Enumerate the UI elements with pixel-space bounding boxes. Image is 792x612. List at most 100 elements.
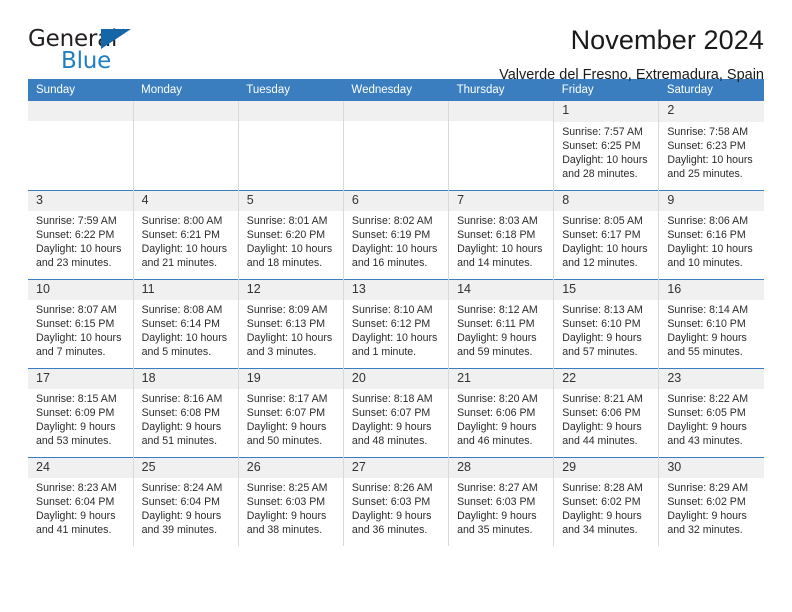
daylight-duration: Daylight: 9 hours and 44 minutes. <box>562 421 642 448</box>
calendar-day-cell[interactable]: 5 Sunrise: 8:01 AM Sunset: 6:20 PM Daylight… <box>238 189 344 279</box>
calendar-day-cell[interactable]: 28 Sunrise: 8:27 AM Sunset: 6:03 PM Dayligh… <box>448 456 555 546</box>
day-number: 26 <box>238 457 343 479</box>
general-blue-logo[interactable]: General Blue <box>28 26 148 80</box>
sunset-time: Sunset: 6:02 PM <box>562 496 641 509</box>
day-details: Sunrise: 8:15 AM Sunset: 6:09 PM Daylight:… <box>28 389 133 448</box>
calendar-body: 1 Sunrise: 7:57 AM Sunset: 6:25 PM Daylight… <box>28 101 764 546</box>
calendar-week-row: 17 Sunrise: 8:15 AM Sunset: 6:09 PM Dayligh… <box>28 367 764 457</box>
sunrise-time: Sunrise: 8:06 AM <box>667 215 749 228</box>
sunset-time: Sunset: 6:07 PM <box>351 407 431 420</box>
day-number <box>449 101 554 121</box>
daylight-duration: Daylight: 10 hours and 5 minutes. <box>141 332 228 359</box>
day-number: 13 <box>343 279 449 301</box>
sunrise-time: Sunrise: 8:27 AM <box>457 482 538 495</box>
calendar-day-cell[interactable]: 3 Sunrise: 7:59 AM Sunset: 6:22 PM Daylight… <box>28 189 134 279</box>
day-details: Sunrise: 8:08 AM Sunset: 6:14 PM Daylight:… <box>134 300 238 359</box>
day-details: Sunrise: 8:03 AM Sunset: 6:18 PM Daylight:… <box>449 211 553 270</box>
sunset-time: Sunset: 6:04 PM <box>141 496 220 509</box>
calendar-day-cell[interactable]: 4 Sunrise: 8:00 AM Sunset: 6:21 PM Daylight… <box>133 189 239 279</box>
calendar-day-cell[interactable]: 14 Sunrise: 8:12 AM Sunset: 6:11 PM Dayligh… <box>448 278 555 368</box>
sunset-time: Sunset: 6:20 PM <box>246 229 326 242</box>
calendar-day-cell[interactable]: 7 Sunrise: 8:03 AM Sunset: 6:18 PM Daylight… <box>448 189 555 279</box>
sunset-time: Sunset: 6:06 PM <box>457 407 536 420</box>
calendar-day-cell[interactable]: 9 Sunrise: 8:06 AM Sunset: 6:16 PM Daylight… <box>658 189 764 279</box>
sunset-time: Sunset: 6:17 PM <box>562 229 641 242</box>
sunset-time: Sunset: 6:22 PM <box>36 229 115 242</box>
calendar-day-cell[interactable]: 30 Sunrise: 8:29 AM Sunset: 6:02 PM Dayligh… <box>658 456 764 546</box>
sunrise-time: Sunrise: 8:03 AM <box>457 215 538 228</box>
calendar-day-cell[interactable]: 6 Sunrise: 8:02 AM Sunset: 6:19 PM Daylight… <box>343 189 450 279</box>
calendar-day-cell[interactable]: 17 Sunrise: 8:15 AM Sunset: 6:09 PM Dayligh… <box>28 367 134 457</box>
daylight-duration: Daylight: 10 hours and 14 minutes. <box>457 243 543 270</box>
calendar-day-cell[interactable]: 15 Sunrise: 8:13 AM Sunset: 6:10 PM Dayligh… <box>553 278 660 368</box>
calendar-week-row: 3 Sunrise: 7:59 AM Sunset: 6:22 PM Daylight… <box>28 189 764 279</box>
sunrise-time: Sunrise: 8:28 AM <box>562 482 643 495</box>
calendar-page: General Blue November 2024 Valverde del … <box>0 0 792 612</box>
calendar-day-cell[interactable]: 12 Sunrise: 8:09 AM Sunset: 6:13 PM Dayligh… <box>238 278 344 368</box>
daylight-duration: Daylight: 10 hours and 10 minutes. <box>667 243 753 270</box>
sunrise-time: Sunrise: 8:24 AM <box>141 482 223 495</box>
calendar-day-cell[interactable]: 19 Sunrise: 8:17 AM Sunset: 6:07 PM Dayligh… <box>238 367 344 457</box>
sunrise-time: Sunrise: 8:25 AM <box>246 482 328 495</box>
day-details: Sunrise: 7:58 AM Sunset: 6:23 PM Daylight:… <box>659 122 764 181</box>
calendar-day-cell[interactable]: 16 Sunrise: 8:14 AM Sunset: 6:10 PM Dayligh… <box>658 278 764 368</box>
sunrise-time: Sunrise: 8:09 AM <box>246 304 328 317</box>
daylight-duration: Daylight: 10 hours and 12 minutes. <box>562 243 648 270</box>
calendar-cell-empty <box>28 101 134 190</box>
sunrise-time: Sunrise: 8:13 AM <box>562 304 643 317</box>
sunset-time: Sunset: 6:11 PM <box>457 318 535 331</box>
sunrise-time: Sunrise: 8:15 AM <box>36 393 117 406</box>
page-title: November 2024 <box>570 25 764 55</box>
calendar-day-cell[interactable]: 18 Sunrise: 8:16 AM Sunset: 6:08 PM Dayligh… <box>133 367 239 457</box>
day-number: 29 <box>554 457 659 479</box>
calendar-day-cell[interactable]: 1 Sunrise: 7:57 AM Sunset: 6:25 PM Daylight… <box>553 101 660 190</box>
calendar-day-cell[interactable]: 10 Sunrise: 8:07 AM Sunset: 6:15 PM Dayligh… <box>28 278 134 368</box>
daylight-duration: Daylight: 10 hours and 16 minutes. <box>351 243 438 270</box>
calendar-day-cell[interactable]: 21 Sunrise: 8:20 AM Sunset: 6:06 PM Dayligh… <box>448 367 555 457</box>
sunset-time: Sunset: 6:10 PM <box>562 318 641 331</box>
day-details: Sunrise: 8:28 AM Sunset: 6:02 PM Daylight:… <box>554 478 658 537</box>
sunrise-time: Sunrise: 8:23 AM <box>36 482 117 495</box>
calendar-day-cell[interactable]: 11 Sunrise: 8:08 AM Sunset: 6:14 PM Dayligh… <box>133 278 239 368</box>
sunset-time: Sunset: 6:14 PM <box>141 318 220 331</box>
calendar-week-row: 24 Sunrise: 8:23 AM Sunset: 6:04 PM Dayligh… <box>28 456 764 546</box>
day-details: Sunrise: 8:05 AM Sunset: 6:17 PM Daylight:… <box>554 211 658 270</box>
day-details: Sunrise: 8:22 AM Sunset: 6:05 PM Daylight:… <box>659 389 764 448</box>
day-details: Sunrise: 8:21 AM Sunset: 6:06 PM Daylight:… <box>554 389 658 448</box>
sunrise-time: Sunrise: 8:12 AM <box>457 304 538 317</box>
day-details: Sunrise: 8:29 AM Sunset: 6:02 PM Daylight:… <box>659 478 764 537</box>
calendar-week-row: 10 Sunrise: 8:07 AM Sunset: 6:15 PM Dayligh… <box>28 278 764 368</box>
calendar-day-cell[interactable]: 22 Sunrise: 8:21 AM Sunset: 6:06 PM Dayligh… <box>553 367 660 457</box>
logo-triangle-icon <box>101 29 131 49</box>
calendar-cell-empty <box>448 101 555 190</box>
sunset-time: Sunset: 6:08 PM <box>141 407 220 420</box>
logo-text-blue: Blue <box>61 48 112 74</box>
sunrise-time: Sunrise: 8:18 AM <box>351 393 433 406</box>
calendar-day-cell[interactable]: 26 Sunrise: 8:25 AM Sunset: 6:03 PM Dayligh… <box>238 456 344 546</box>
calendar-day-cell[interactable]: 13 Sunrise: 8:10 AM Sunset: 6:12 PM Dayligh… <box>343 278 450 368</box>
day-number: 25 <box>133 457 238 479</box>
calendar-day-cell[interactable]: 8 Sunrise: 8:05 AM Sunset: 6:17 PM Daylight… <box>553 189 660 279</box>
calendar-cell-empty <box>238 101 344 190</box>
calendar-day-cell[interactable]: 24 Sunrise: 8:23 AM Sunset: 6:04 PM Dayligh… <box>28 456 134 546</box>
day-number <box>238 101 343 121</box>
calendar-day-cell[interactable]: 23 Sunrise: 8:22 AM Sunset: 6:05 PM Dayligh… <box>658 367 764 457</box>
sunset-time: Sunset: 6:06 PM <box>562 407 641 420</box>
calendar-day-cell[interactable]: 25 Sunrise: 8:24 AM Sunset: 6:04 PM Dayligh… <box>133 456 239 546</box>
day-number: 14 <box>449 279 554 301</box>
daylight-duration: Daylight: 10 hours and 21 minutes. <box>141 243 228 270</box>
sunset-time: Sunset: 6:10 PM <box>667 318 746 331</box>
sunset-time: Sunset: 6:16 PM <box>667 229 746 242</box>
daylight-duration: Daylight: 10 hours and 28 minutes. <box>562 153 648 180</box>
day-number: 11 <box>133 279 238 301</box>
calendar-day-cell[interactable]: 29 Sunrise: 8:28 AM Sunset: 6:02 PM Dayligh… <box>553 456 660 546</box>
day-details: Sunrise: 8:14 AM Sunset: 6:10 PM Daylight:… <box>659 300 764 359</box>
calendar-day-cell[interactable]: 27 Sunrise: 8:26 AM Sunset: 6:03 PM Dayligh… <box>343 456 450 546</box>
sunrise-time: Sunrise: 7:57 AM <box>562 125 643 138</box>
day-number: 28 <box>449 457 554 479</box>
sunset-time: Sunset: 6:19 PM <box>351 229 431 242</box>
calendar-day-cell[interactable]: 20 Sunrise: 8:18 AM Sunset: 6:07 PM Dayligh… <box>343 367 450 457</box>
daylight-duration: Daylight: 9 hours and 36 minutes. <box>351 510 432 537</box>
calendar-day-cell[interactable]: 2 Sunrise: 7:58 AM Sunset: 6:23 PM Daylight… <box>658 101 764 190</box>
sunset-time: Sunset: 6:03 PM <box>351 496 431 509</box>
